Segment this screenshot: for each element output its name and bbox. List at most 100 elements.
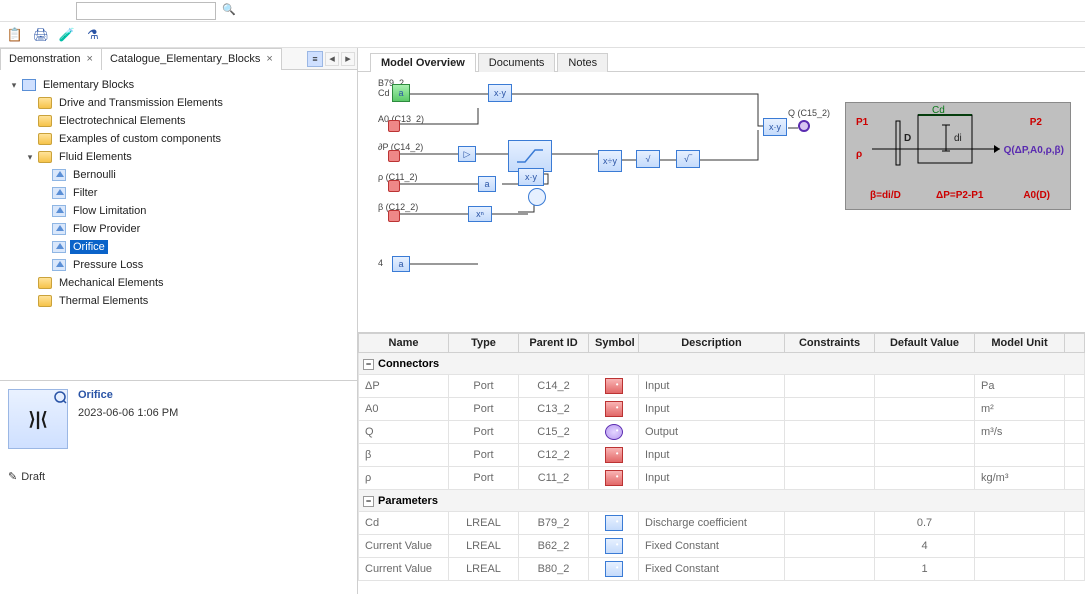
cell: Input [639, 444, 785, 467]
tree-item-label[interactable]: Examples of custom components [56, 132, 224, 146]
preview-title[interactable]: Orifice [78, 389, 113, 401]
cell [785, 535, 875, 558]
tree-item-label[interactable]: Pressure Loss [70, 258, 146, 272]
col-desc[interactable]: Description [639, 334, 785, 353]
divide-block[interactable]: x÷y [598, 150, 622, 172]
cell: Fixed Constant [639, 535, 785, 558]
table-row[interactable]: Current ValueLREALB80_2Fixed Constant1 [359, 558, 1085, 581]
prev-tab-icon[interactable]: ◂ [325, 52, 339, 66]
properties-table[interactable]: Name Type Parent ID Symbol Description C… [358, 332, 1085, 594]
block-icon [52, 259, 66, 271]
search-input[interactable] [76, 2, 216, 20]
table-row[interactable]: βPortC12_2Input [359, 444, 1085, 467]
tab-model-overview[interactable]: Model Overview [370, 53, 476, 72]
view-toggle-icon[interactable]: ≡ [307, 51, 323, 67]
cell: Q [359, 421, 449, 444]
tree-item-label[interactable]: Bernoulli [70, 168, 119, 182]
cell [785, 512, 875, 535]
folder-icon [38, 277, 52, 289]
cell: Port [449, 398, 519, 421]
port-out-icon [605, 424, 623, 440]
cell: Input [639, 467, 785, 490]
col-pid[interactable]: Parent ID [519, 334, 589, 353]
doc-tab-demonstration[interactable]: Demonstration × [0, 48, 102, 70]
next-tab-icon[interactable]: ▸ [341, 52, 355, 66]
port-in-dp[interactable] [388, 150, 400, 162]
cell: Input [639, 375, 785, 398]
tree-item-label[interactable]: Drive and Transmission Elements [56, 96, 226, 110]
flask-icon[interactable]: ⚗ [84, 26, 102, 44]
preview-timestamp: 2023-06-06 1:06 PM [78, 407, 178, 419]
tree-item-label[interactable]: Mechanical Elements [56, 276, 167, 290]
sqrt-block-2[interactable]: √‾ [676, 150, 700, 168]
tab-notes[interactable]: Notes [557, 53, 608, 72]
doc-tab-label: Catalogue_Elementary_Blocks [110, 53, 260, 65]
sum-circle-block[interactable] [528, 188, 546, 206]
close-icon[interactable]: × [266, 53, 272, 65]
tree-item-label[interactable]: Flow Provider [70, 222, 143, 236]
tree-root-label[interactable]: Elementary Blocks [40, 78, 137, 92]
print-icon[interactable]: 🖨 [32, 26, 50, 44]
tree-item-label[interactable]: Orifice [70, 240, 108, 254]
cell [1065, 558, 1085, 581]
cell: Pa [975, 375, 1065, 398]
port-in-icon [605, 470, 623, 486]
cell [875, 375, 975, 398]
gain-block[interactable]: ▷ [458, 146, 476, 162]
table-row[interactable]: QPortC15_2Outputm³/s [359, 421, 1085, 444]
new-icon[interactable]: 📋 [6, 26, 24, 44]
col-symbol[interactable]: Symbol [589, 334, 639, 353]
table-row[interactable]: CdLREALB79_2Discharge coefficient0.7 [359, 512, 1085, 535]
close-icon[interactable]: × [87, 53, 93, 65]
const-a-block[interactable]: a [478, 176, 496, 192]
filter-icon[interactable]: 🧪 [58, 26, 76, 44]
table-row[interactable]: ΔPPortC14_2InputPa [359, 375, 1085, 398]
power-block[interactable]: xⁿ [468, 206, 492, 222]
col-constraints[interactable]: Constraints [785, 334, 875, 353]
table-row[interactable]: Current ValueLREALB62_2Fixed Constant4 [359, 535, 1085, 558]
cell [1065, 512, 1085, 535]
schem-dp-eq: ΔP=P2-P1 [936, 190, 984, 201]
col-type[interactable]: Type [449, 334, 519, 353]
sum-block[interactable]: x·y [518, 168, 544, 186]
block-icon [52, 169, 66, 181]
cell [1065, 398, 1085, 421]
folder-icon [38, 151, 52, 163]
col-unit[interactable]: Model Unit [975, 334, 1065, 353]
mult-block[interactable]: x·y [488, 84, 512, 102]
tree-view[interactable]: Elementary Blocks Drive and Transmission… [0, 70, 357, 380]
port-in-a0[interactable] [388, 120, 400, 132]
cell [875, 398, 975, 421]
col-name[interactable]: Name [359, 334, 449, 353]
group-header[interactable]: −Parameters [359, 490, 1085, 512]
mult-block-out[interactable]: x·y [763, 118, 787, 136]
col-default[interactable]: Default Value [875, 334, 975, 353]
tree-item-label[interactable]: Filter [70, 186, 100, 200]
table-row[interactable]: ρPortC11_2Inputkg/m³ [359, 467, 1085, 490]
constant-4-block[interactable]: a [392, 256, 410, 272]
tab-documents[interactable]: Documents [478, 53, 556, 72]
port-in-beta[interactable] [388, 210, 400, 222]
expand-icon[interactable] [8, 79, 20, 91]
diagram-canvas[interactable]: B79_2 Cd 0.7 a x·y A0 (C13_2) ∂P (C14_2)… [358, 72, 1085, 332]
tree-item-label[interactable]: Electrotechnical Elements [56, 114, 189, 128]
schem-beta-eq: β=di/D [870, 190, 901, 201]
group-header[interactable]: −Connectors [359, 353, 1085, 375]
tree-item-label[interactable]: Thermal Elements [56, 294, 151, 308]
dp-label: ∂P (C14_2) [378, 142, 423, 152]
cell: Port [449, 375, 519, 398]
port-in-icon [605, 401, 623, 417]
tree-item-label[interactable]: Fluid Elements [56, 150, 135, 164]
cell [785, 375, 875, 398]
table-row[interactable]: A0PortC13_2Inputm² [359, 398, 1085, 421]
preview-thumbnail[interactable]: ⟩|⟨ [8, 389, 68, 449]
port-in-rho[interactable] [388, 180, 400, 192]
tree-item-label[interactable]: Flow Limitation [70, 204, 149, 218]
cell [1065, 467, 1085, 490]
port-out-q[interactable] [798, 120, 810, 132]
expand-icon[interactable] [24, 151, 36, 163]
search-icon[interactable]: 🔍 [222, 3, 238, 19]
doc-tab-catalogue[interactable]: Catalogue_Elementary_Blocks × [101, 48, 282, 70]
constant-block[interactable]: a [392, 84, 410, 102]
sqrt-block[interactable]: √ [636, 150, 660, 168]
